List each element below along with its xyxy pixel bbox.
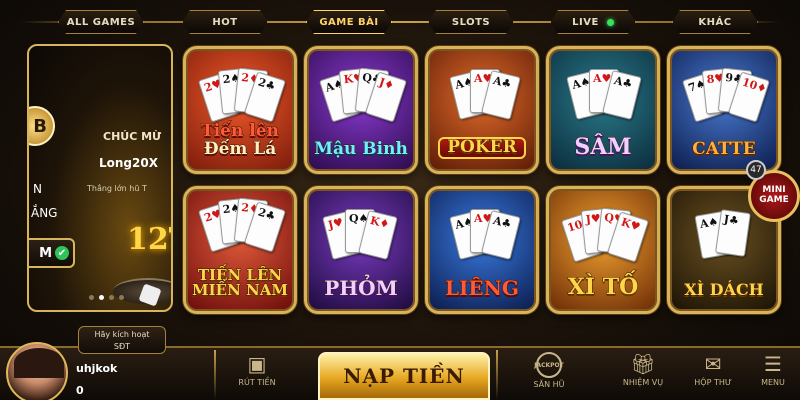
game-title: PHỎM	[324, 276, 399, 300]
cards-icon: 7♠ 8♥ 9♣ 10♦	[681, 67, 771, 131]
divider	[214, 350, 216, 400]
withdraw-label: RÚT TIỀN	[238, 378, 276, 387]
divider	[496, 350, 498, 400]
promo-amount: 12T	[127, 222, 171, 257]
tab-game-bai[interactable]: GAME BÀI	[306, 10, 392, 34]
cards-icon: A♠ J♣	[684, 207, 764, 271]
jackpot-icon: JACKPOT	[534, 352, 564, 378]
game-title: XÌ TỐ	[567, 273, 639, 300]
missions-button[interactable]: 🎁︎ NHIỆM VỤ	[614, 352, 672, 400]
balance: 0	[76, 384, 84, 397]
game-tile-tien-len-mien-nam[interactable]: 2♥ 2♠ 2♦ 2♣ TIẾN LÊN MIỀN NAM	[183, 186, 297, 314]
carousel-dot[interactable]	[109, 295, 114, 300]
game-title: LIÊNG	[444, 276, 520, 300]
withdraw-button[interactable]: ▣ RÚT TIỀN	[222, 352, 292, 400]
tab-khac[interactable]: KHÁC	[672, 10, 758, 34]
tab-hot[interactable]: HOT	[182, 10, 268, 34]
game-title: XÌ DÁCH	[684, 280, 765, 300]
activate-label: SĐT	[113, 342, 131, 351]
tab-all-games[interactable]: ALL GAMES	[58, 10, 144, 34]
carousel-dot[interactable]	[119, 295, 124, 300]
carousel-dot[interactable]	[99, 295, 104, 300]
gift-icon: 🎁︎	[630, 352, 656, 376]
avatar[interactable]	[6, 342, 68, 400]
carousel-dot[interactable]	[89, 295, 94, 300]
mailbox-label: HỘP THƯ	[694, 378, 732, 387]
activate-label: Hãy kích hoạt	[94, 330, 150, 339]
game-title: Tiến lên Đếm Lá	[201, 121, 280, 160]
category-nav: ALL GAMES HOT GAME BÀI SLOTS LIVE KHÁC	[0, 0, 800, 44]
cards-icon: A♠ A♥ A♣	[442, 67, 522, 131]
cards-icon: A♠ A♥ A♣	[442, 207, 522, 271]
activate-phone-button[interactable]: Hãy kích hoạt SĐT	[78, 326, 166, 354]
promo-banner[interactable]: B CHÚC MỪ Long20X Thắng lớn hũ T N ẮNG M…	[27, 44, 173, 312]
tab-label: GAME BÀI	[319, 16, 379, 28]
tab-label: SLOTS	[451, 16, 491, 28]
mailbox-button[interactable]: ✉ HỘP THƯ	[684, 352, 742, 400]
game-tile-phom[interactable]: J♥ Q♠ K♦ PHỎM	[304, 186, 418, 314]
tab-label: HOT	[212, 16, 238, 28]
game-tile-lieng[interactable]: A♠ A♥ A♣ LIÊNG	[425, 186, 539, 314]
promo-congrats-text: CHÚC MỪ	[103, 130, 162, 143]
carousel-dots	[89, 295, 124, 300]
missions-label: NHIỆM VỤ	[622, 378, 664, 387]
jackpot-label: SĂN HŨ	[533, 380, 565, 389]
game-title: POKER	[438, 137, 526, 159]
cards-icon: A♠ K♥ Q♣ J♦	[318, 67, 408, 131]
menu-label: MENU	[761, 378, 785, 387]
cards-icon: 2♥ 2♠ 2♦ 2♣	[197, 197, 287, 261]
deposit-button[interactable]: NẠP TIỀN	[318, 352, 490, 400]
cards-icon: J♥ Q♠ K♦	[321, 207, 401, 271]
deposit-label: NẠP TIỀN	[343, 364, 465, 388]
promo-winner-name: Long20X	[99, 156, 158, 170]
menu-icon: ☰	[764, 352, 782, 376]
tab-live[interactable]: LIVE	[550, 10, 636, 34]
promo-side-text: ẮNG	[31, 206, 58, 220]
game-tile-sam[interactable]: A♠ A♥ A♣ SÂM	[546, 46, 660, 174]
tab-slots[interactable]: SLOTS	[428, 10, 514, 34]
cards-icon: A♠ A♥ A♣	[563, 67, 643, 131]
cards-icon: 10♥ J♥ Q♥ K♥	[560, 207, 650, 271]
promo-claim-label: M	[39, 245, 52, 261]
tab-label: LIVE	[572, 16, 599, 28]
tab-label: KHÁC	[698, 16, 732, 28]
check-icon: ✔	[55, 246, 69, 260]
withdraw-icon: ▣	[247, 352, 267, 376]
game-title: Mậu Binh	[314, 139, 409, 160]
game-title: SÂM	[574, 133, 632, 160]
brand-badge-icon: B	[29, 106, 55, 146]
jackpot-button[interactable]: JACKPOT SĂN HŨ	[520, 352, 578, 400]
game-title: TIẾN LÊN MIỀN NAM	[192, 265, 289, 300]
game-tile-xi-to[interactable]: 10♥ J♥ Q♥ K♥ XÌ TỐ	[546, 186, 660, 314]
game-tile-catte[interactable]: 7♠ 8♥ 9♣ 10♦ CATTE	[667, 46, 781, 174]
game-tile-mau-binh[interactable]: A♠ K♥ Q♣ J♦ Mậu Binh	[304, 46, 418, 174]
tab-label: ALL GAMES	[66, 16, 136, 28]
mini-game-count-badge: 47	[746, 160, 766, 180]
game-tile-poker[interactable]: A♠ A♥ A♣ POKER	[425, 46, 539, 174]
game-title: CATTE	[692, 139, 756, 160]
promo-claim-button[interactable]: M ✔	[29, 238, 75, 268]
username: uhjkok	[76, 362, 118, 375]
mail-icon: ✉	[704, 352, 722, 376]
menu-button[interactable]: ☰ MENU	[748, 352, 798, 400]
promo-side-text: N	[33, 182, 42, 196]
game-tile-tien-len-dem-la[interactable]: 2♥ 2♠ 2♦ 2♣ Tiến lên Đếm Lá	[183, 46, 297, 174]
promo-jackpot-text: Thắng lớn hũ T	[87, 184, 147, 193]
live-status-icon	[607, 19, 614, 26]
mini-game-label: MINI GAME	[759, 185, 789, 205]
